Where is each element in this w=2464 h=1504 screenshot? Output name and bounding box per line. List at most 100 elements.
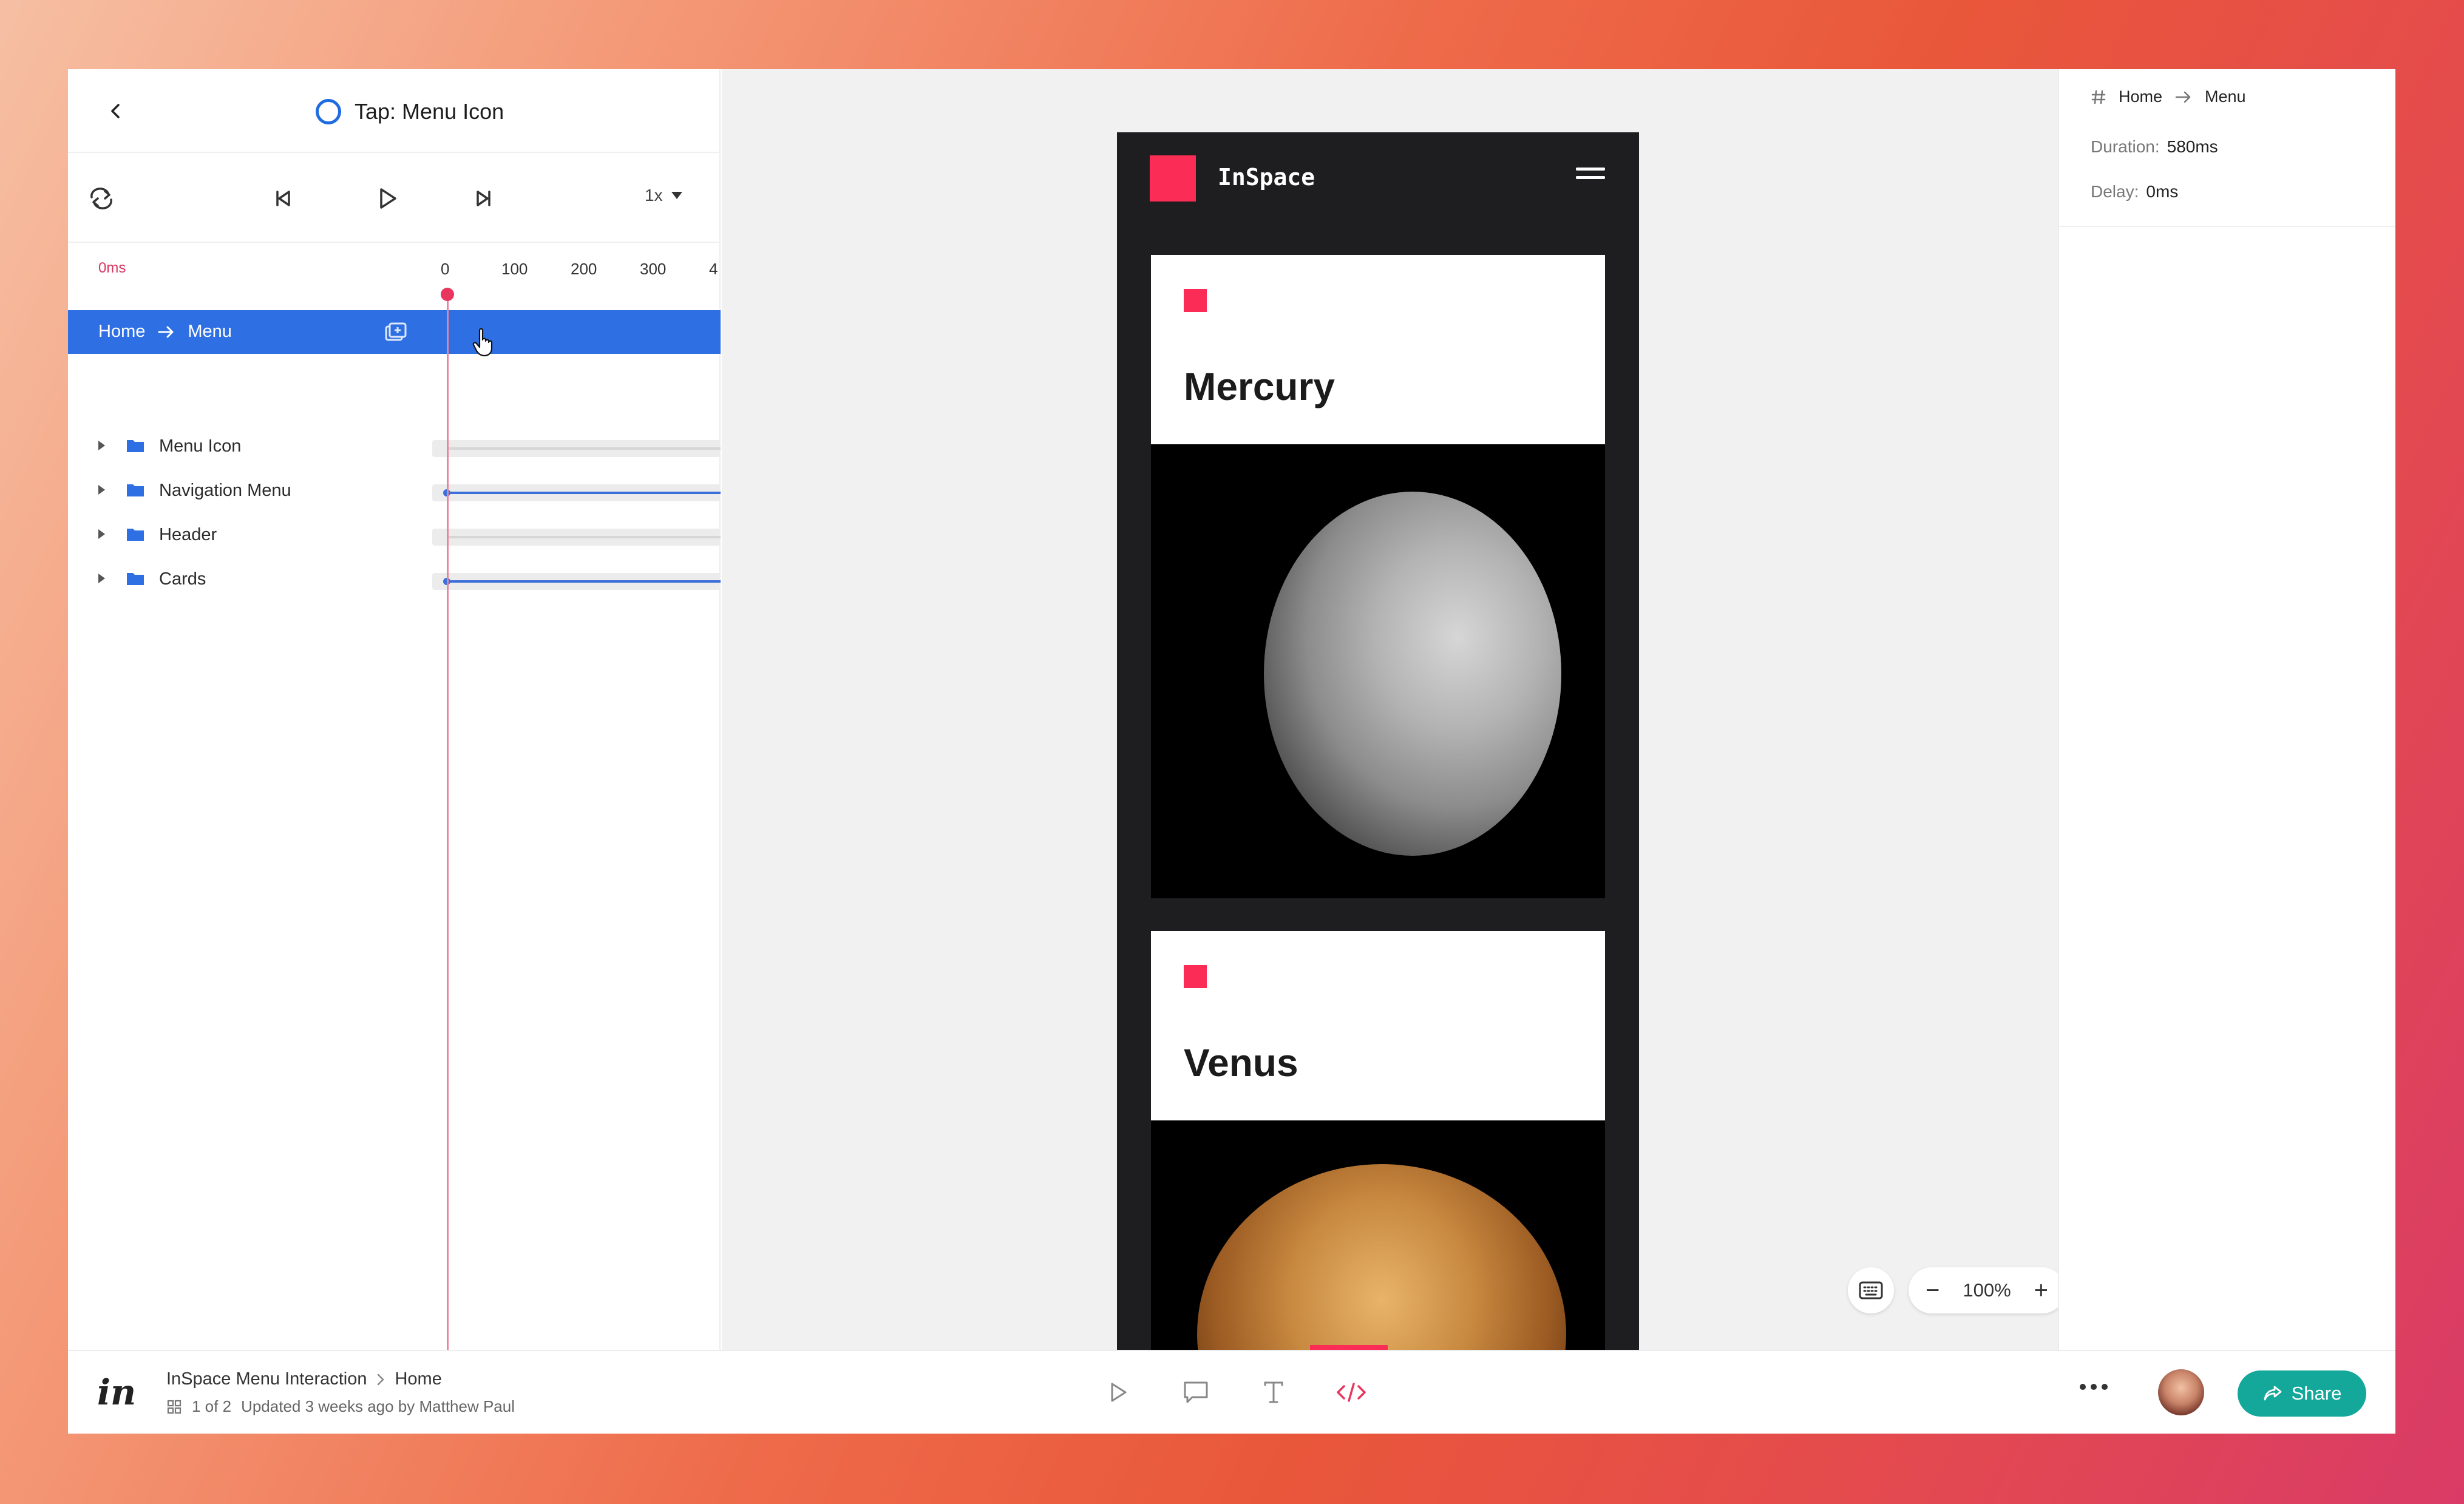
- inspector-breadcrumb: Home Menu: [2091, 87, 2246, 106]
- card-marker: [1184, 965, 1207, 988]
- mercury-planet-image: [1264, 492, 1561, 856]
- interaction-title: Tap: Menu Icon: [316, 93, 504, 130]
- preview-mode-button[interactable]: [1101, 1375, 1135, 1409]
- layer-name: Menu Icon: [159, 436, 242, 456]
- keyboard-shortcuts-button[interactable]: [1848, 1267, 1894, 1313]
- arrow-right-icon: [158, 326, 174, 337]
- canvas: InSpace Mercury Venus − 100% +: [722, 69, 2065, 1350]
- timeline-ruler: 0ms 0 100 200 300 4: [68, 244, 721, 293]
- duration-value[interactable]: 580ms: [2167, 137, 2218, 156]
- skip-forward-icon: [477, 191, 490, 206]
- hamburger-menu-icon[interactable]: [1576, 168, 1605, 188]
- playhead-line[interactable]: [447, 293, 449, 1350]
- transition-row[interactable]: Home Menu: [68, 310, 721, 354]
- planet-card-mercury[interactable]: Mercury: [1151, 255, 1605, 898]
- playhead-handle[interactable]: [441, 288, 454, 301]
- tick-label: 300: [640, 260, 667, 278]
- card-header: Venus: [1151, 931, 1605, 1120]
- transition-breadcrumb: Home Menu: [98, 322, 232, 342]
- folder-icon: [127, 440, 144, 452]
- playback-controls: 1x: [68, 154, 721, 243]
- folder-icon: [127, 484, 144, 496]
- bottom-bar: in InSpace Menu Interaction Home 1 of 2 …: [68, 1350, 2395, 1434]
- layer-track-line: [447, 447, 721, 450]
- zoom-in-button[interactable]: +: [2034, 1277, 2048, 1304]
- transition-from: Home: [98, 322, 146, 341]
- arrow-right-icon: [2175, 91, 2191, 103]
- caret-right-icon[interactable]: [98, 441, 105, 450]
- layer-row-header[interactable]: Header: [68, 512, 721, 556]
- folder-icon: [127, 529, 144, 541]
- text-mode-button[interactable]: [1257, 1375, 1291, 1409]
- speed-select[interactable]: 1x: [645, 186, 682, 205]
- planet-card-venus[interactable]: Venus: [1151, 931, 1605, 1350]
- share-label: Share: [2291, 1383, 2342, 1404]
- comment-icon: [1184, 1381, 1208, 1403]
- play-button[interactable]: [370, 181, 405, 216]
- chevron-right-icon: [378, 1374, 385, 1385]
- planet-image: [1151, 1120, 1605, 1350]
- project-name[interactable]: InSpace Menu Interaction: [166, 1369, 367, 1389]
- planet-image: [1151, 444, 1605, 898]
- panel-header: Tap: Menu Icon: [68, 69, 721, 153]
- delay-value[interactable]: 0ms: [2146, 182, 2178, 201]
- inspect-mode-button[interactable]: [1334, 1375, 1368, 1409]
- transition-to: Menu: [188, 322, 232, 341]
- layer-row-navigation-menu[interactable]: Navigation Menu: [68, 468, 721, 512]
- app-window: Tap: Menu Icon 1x 0ms 0 100 200 300 4 Ho…: [68, 69, 2395, 1434]
- back-button[interactable]: [100, 95, 132, 127]
- tick-label: 4: [709, 260, 718, 278]
- chevron-left-icon: [111, 104, 120, 118]
- zoom-out-button[interactable]: −: [1926, 1277, 1940, 1304]
- inspector-panel: Home Menu Duration: 580ms Delay: 0ms: [2058, 69, 2395, 1350]
- inspector-from: Home: [2119, 87, 2163, 106]
- play-icon: [380, 188, 396, 209]
- text-icon: [1264, 1381, 1283, 1403]
- more-options-icon[interactable]: [2080, 1384, 2108, 1390]
- layer-track-line[interactable]: [447, 492, 721, 494]
- keyboard-icon: [1859, 1281, 1883, 1299]
- brand-name: InSpace: [1218, 164, 1315, 191]
- play-icon: [1111, 1383, 1127, 1402]
- share-icon: [2264, 1386, 2282, 1401]
- comment-mode-button[interactable]: [1179, 1375, 1213, 1409]
- screen-name[interactable]: Home: [395, 1369, 441, 1389]
- card-title: Venus: [1184, 1041, 1298, 1085]
- duration-row[interactable]: Duration: 580ms: [2091, 137, 2218, 157]
- loop-button[interactable]: [84, 181, 119, 216]
- transition-properties: Home Menu Duration: 580ms Delay: 0ms: [2059, 69, 2395, 227]
- prototype-screen: InSpace Mercury Venus: [1117, 132, 1639, 1350]
- tick-label: 200: [571, 260, 597, 278]
- project-meta: 1 of 2 Updated 3 weeks ago by Matthew Pa…: [166, 1397, 515, 1416]
- caret-right-icon[interactable]: [98, 485, 105, 495]
- tap-trigger-icon: [316, 99, 341, 124]
- project-breadcrumb: InSpace Menu Interaction Home: [166, 1369, 442, 1389]
- caret-right-icon[interactable]: [98, 529, 105, 539]
- folder-icon: [127, 573, 144, 585]
- scroll-indicator: [1310, 1345, 1388, 1350]
- layer-track-line[interactable]: [447, 580, 721, 583]
- tick-label: 0: [441, 260, 450, 278]
- grid-icon[interactable]: [166, 1399, 182, 1415]
- skip-forward-button[interactable]: [466, 181, 501, 216]
- card-marker: [1184, 289, 1207, 312]
- layer-row-menu-icon[interactable]: Menu Icon: [68, 424, 721, 467]
- code-icon: [1337, 1383, 1366, 1402]
- invision-logo[interactable]: in: [97, 1372, 136, 1413]
- interaction-title-label: Tap: Menu Icon: [355, 99, 504, 124]
- updated-info: Updated 3 weeks ago by Matthew Paul: [241, 1397, 515, 1415]
- canvas-toolbar: − 100% +: [1848, 1267, 2065, 1313]
- inspector-to: Menu: [2205, 87, 2246, 106]
- hash-icon: [2091, 90, 2106, 104]
- skip-back-button[interactable]: [265, 181, 300, 216]
- current-time: 0ms: [98, 260, 126, 276]
- loop-icon: [90, 188, 112, 209]
- delay-row[interactable]: Delay: 0ms: [2091, 182, 2178, 202]
- layer-name: Navigation Menu: [159, 481, 291, 500]
- caret-right-icon[interactable]: [98, 574, 105, 583]
- duplicate-icon[interactable]: [384, 320, 408, 345]
- avatar[interactable]: [2158, 1369, 2204, 1415]
- layer-row-cards[interactable]: Cards: [68, 557, 721, 600]
- zoom-level[interactable]: 100%: [1963, 1279, 2011, 1301]
- share-button[interactable]: Share: [2238, 1370, 2366, 1417]
